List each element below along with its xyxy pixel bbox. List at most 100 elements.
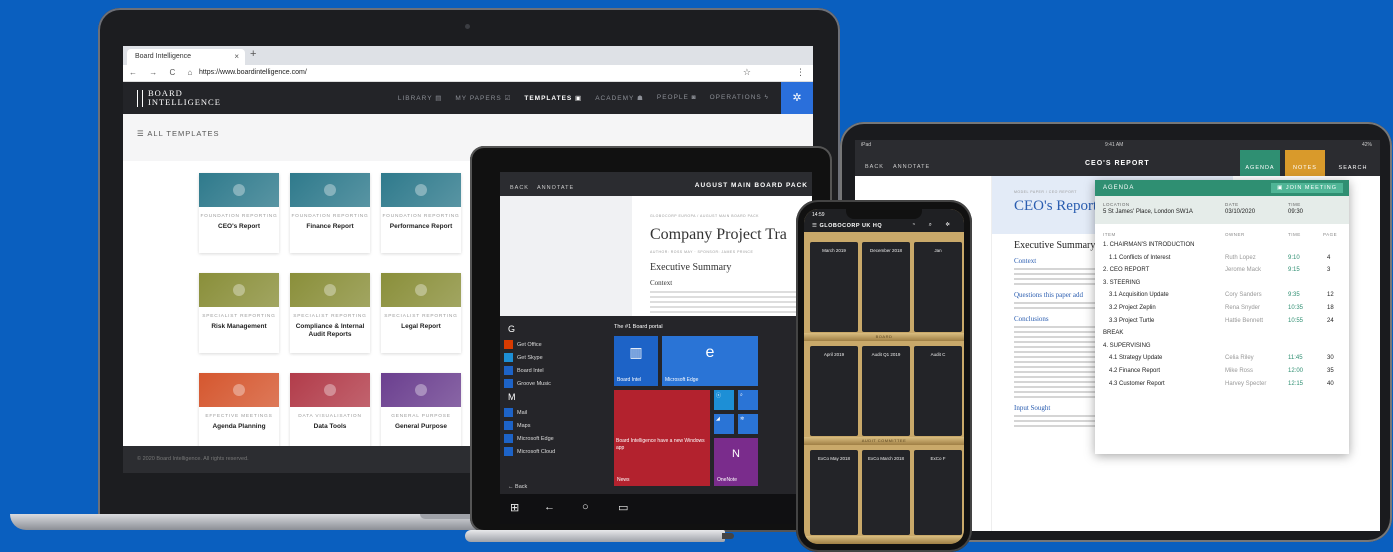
agenda-time: 9:10 xyxy=(1288,254,1300,261)
agenda-owner: Rena Snyder xyxy=(1225,304,1261,311)
all-templates-title[interactable]: ☰ ALL TEMPLATES xyxy=(137,129,219,138)
agenda-item: 3.1 Acquisition Update xyxy=(1109,292,1169,299)
board-pack-book[interactable]: ExCo May 2018 xyxy=(810,450,858,535)
app-icon xyxy=(504,421,513,430)
template-tile[interactable]: SPECIALIST REPORTING Compliance & Interna… xyxy=(290,273,370,353)
url-field[interactable]: https://www.boardintelligence.com/ xyxy=(199,69,307,76)
tile-chart[interactable]: ◢ xyxy=(714,414,734,434)
template-tile-name: General Purpose xyxy=(394,423,448,430)
start-app-label: Get Office xyxy=(517,341,542,348)
tile-board-intel[interactable]: ▥ Board Intel xyxy=(614,336,658,386)
task-view-icon[interactable]: ▭ xyxy=(618,501,628,514)
start-app-item[interactable]: Mail xyxy=(504,406,604,419)
start-app-item[interactable]: Microsoft Cloud xyxy=(504,445,604,458)
browser-tab[interactable]: Board Intelligence × xyxy=(127,49,245,65)
nav-my-papers[interactable]: MY PAPERS ☑ xyxy=(455,94,511,102)
board-pack-book[interactable]: March 2019 xyxy=(810,242,858,332)
start-app-item[interactable]: Board Intel xyxy=(504,364,604,377)
browser-menu-icon[interactable]: ⋮ xyxy=(796,67,805,78)
board-pack-book[interactable]: Audit C xyxy=(914,346,962,436)
start-app-label: Board Intel xyxy=(517,367,544,374)
close-icon[interactable]: × xyxy=(234,52,239,61)
ipad-back-button[interactable]: BACK xyxy=(865,164,884,170)
board-pack-book[interactable]: Jan xyxy=(914,242,962,332)
date-label: DATE xyxy=(1225,202,1239,207)
tile-search[interactable]: ⌕ xyxy=(738,390,758,410)
start-app-item[interactable]: Maps xyxy=(504,419,604,432)
agenda-row[interactable]: BREAK xyxy=(1095,328,1349,341)
tablet-header: BACK ANNOTATE AUGUST MAIN BOARD PACK xyxy=(500,172,812,196)
tile-onenote[interactable]: N OneNote xyxy=(714,438,758,486)
template-tile[interactable]: FOUNDATION REPORTING Finance Report xyxy=(290,173,370,253)
template-tile[interactable]: EFFECTIVE MEETINGS Agenda Planning xyxy=(199,373,279,453)
doc-heading: Executive Summary xyxy=(650,262,732,273)
template-tile[interactable]: DATA VISUALISATION Data Tools xyxy=(290,373,370,453)
board-pack-book[interactable]: April 2019 xyxy=(810,346,858,436)
agenda-row[interactable]: 4.3 Customer Report Harvey Specter 12:15 40 xyxy=(1095,379,1349,392)
board-pack-book[interactable]: December 2018 xyxy=(862,242,910,332)
nav-people[interactable]: PEOPLE ◙ xyxy=(657,94,697,102)
nav-academy[interactable]: ACADEMY ☗ xyxy=(595,94,644,102)
template-tile-image xyxy=(381,273,461,307)
board-intelligence-logo[interactable]: BOARD INTELLIGENCE xyxy=(137,89,221,107)
cortana-icon[interactable]: ○ xyxy=(582,501,589,513)
agenda-row[interactable]: 3.2 Project Zeplin Rena Snyder 10:35 18 xyxy=(1095,303,1349,316)
settings-gear-icon[interactable]: ✲ xyxy=(781,82,813,114)
tablet-annotate-button[interactable]: ANNOTATE xyxy=(537,185,574,191)
start-app-item[interactable]: Groove Music xyxy=(504,377,604,390)
back-arrow-icon[interactable]: ← xyxy=(544,501,555,513)
time-value: 09:30 xyxy=(1288,209,1304,215)
status-battery: 42% xyxy=(1361,142,1372,148)
agenda-row[interactable]: 3.3 Project Turtle Hattie Bennett 10:55 24 xyxy=(1095,316,1349,329)
nav-library[interactable]: LIBRARY ▤ xyxy=(398,94,443,102)
join-meeting-button[interactable]: ▣ JOIN MEETING xyxy=(1271,183,1343,193)
tile-news[interactable]: Board Intelligence have a new Windows ap… xyxy=(614,390,710,486)
board-pack-book[interactable]: Audit Q1 2019 xyxy=(862,346,910,436)
bookmark-star-icon[interactable]: ☆ xyxy=(743,67,751,78)
phone-title[interactable]: ☰ GLOBOCORP UK HQ xyxy=(812,223,882,229)
tablet-back-button[interactable]: BACK xyxy=(510,185,529,191)
start-app-label: Maps xyxy=(517,422,531,429)
board-pack-book[interactable]: ExCo F xyxy=(914,450,962,535)
template-tile[interactable]: SPECIALIST REPORTING Legal Report xyxy=(381,273,461,353)
agenda-owner: Jerome Mack xyxy=(1225,267,1262,274)
ipad-annotate-button[interactable]: ANNOTATE xyxy=(893,164,930,170)
agenda-button[interactable]: AGENDA xyxy=(1240,150,1280,176)
agenda-row[interactable]: 3. STEERING xyxy=(1095,278,1349,291)
tile-settings[interactable]: ✲ xyxy=(738,414,758,434)
site-nav: LIBRARY ▤ MY PAPERS ☑ TEMPLATES ▣ ACADEM… xyxy=(398,94,769,102)
phone-header-icons[interactable]: ◔ ⌕ ✲ xyxy=(912,222,956,229)
agenda-time: 9:35 xyxy=(1288,292,1300,299)
agenda-row[interactable]: 1. CHAIRMAN'S INTRODUCTION xyxy=(1095,240,1349,253)
agenda-row[interactable]: 4. SUPERVISING xyxy=(1095,341,1349,354)
start-app-label: Microsoft Edge xyxy=(517,435,554,442)
tile-microsoft-edge[interactable]: e Microsoft Edge xyxy=(662,336,758,386)
template-tile[interactable]: FOUNDATION REPORTING Performance Report xyxy=(381,173,461,253)
agenda-page: 4 xyxy=(1327,254,1331,261)
template-tile[interactable]: FOUNDATION REPORTING CEO's Report xyxy=(199,173,279,253)
start-app-item[interactable]: Microsoft Edge xyxy=(504,432,604,445)
agenda-owner: Harvey Specter xyxy=(1225,380,1267,387)
start-app-item[interactable]: Get Skype xyxy=(504,351,604,364)
browser-nav-buttons[interactable]: ← → C ⌂ xyxy=(129,68,197,77)
nav-operations[interactable]: OPERATIONS ϟ xyxy=(710,94,769,102)
agenda-row[interactable]: 2. CEO REPORT Jerome Mack 9:15 3 xyxy=(1095,265,1349,278)
agenda-row[interactable]: 1.1 Conflicts of Interest Ruth Lopez 9:10 4 xyxy=(1095,253,1349,266)
new-tab-icon[interactable]: + xyxy=(250,48,256,60)
agenda-page: 18 xyxy=(1327,304,1334,311)
template-tile[interactable]: SPECIALIST REPORTING Risk Management xyxy=(199,273,279,353)
tile-skype[interactable]: ⓢ xyxy=(714,390,734,410)
template-tile[interactable]: GENERAL PURPOSE General Purpose xyxy=(381,373,461,453)
start-app-item[interactable]: Get Office xyxy=(504,338,604,351)
windows-logo-icon[interactable]: ⊞ xyxy=(510,501,519,514)
board-pack-book[interactable]: ExCo March 2018 xyxy=(862,450,910,535)
nav-templates[interactable]: TEMPLATES ▣ xyxy=(524,94,582,102)
agenda-row[interactable]: 4.1 Strategy Update Celia Riley 11:45 30 xyxy=(1095,353,1349,366)
start-back-link[interactable]: ← Back xyxy=(508,484,527,490)
notes-button[interactable]: NOTES xyxy=(1285,150,1325,176)
search-button[interactable]: SEARCH xyxy=(1333,150,1373,176)
tile-board-label: Board Intel xyxy=(617,377,642,383)
onenote-icon: N xyxy=(732,448,740,460)
agenda-row[interactable]: 3.1 Acquisition Update Cory Sanders 9:35 12 xyxy=(1095,290,1349,303)
agenda-row[interactable]: 4.2 Finance Report Mike Ross 12:00 35 xyxy=(1095,366,1349,379)
